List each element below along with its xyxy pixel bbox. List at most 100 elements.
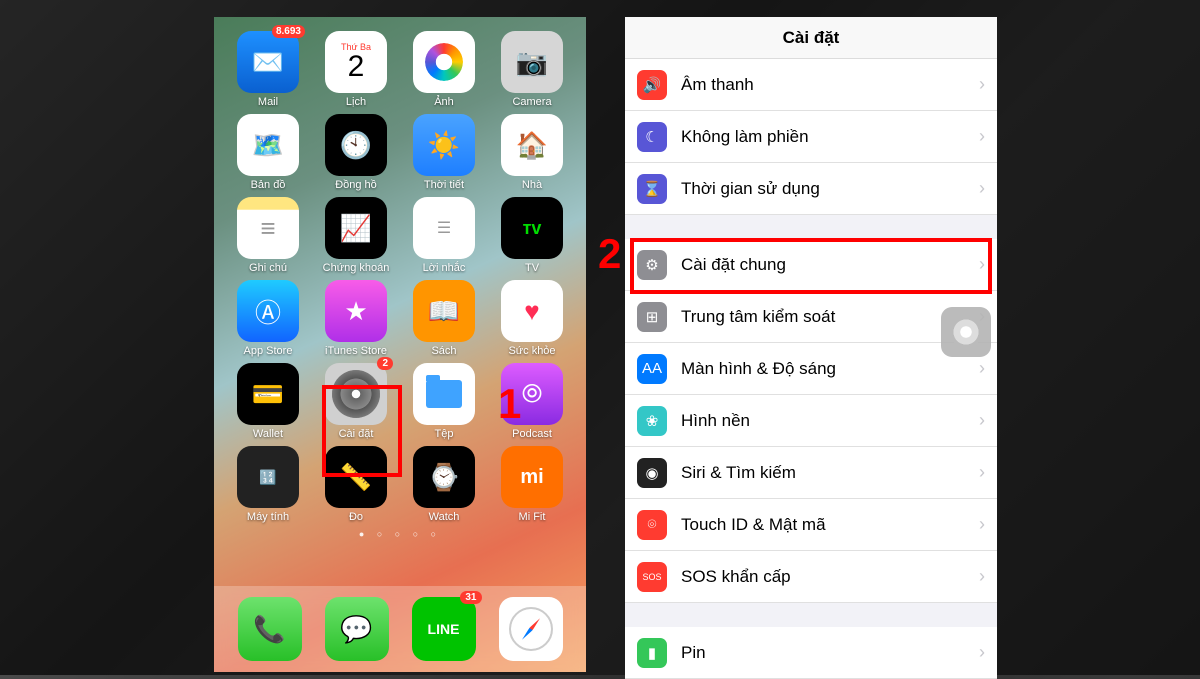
app-calendar[interactable]: Thứ Ba 2 Lịch [316,31,396,108]
app-maps[interactable]: 🗺️ Bản đồ [228,114,308,191]
wallet-icon: 💳 [237,363,299,425]
app-label: Thời tiết [424,179,464,191]
app-clock[interactable]: 🕙 Đồng hồ [316,114,396,191]
settings-item-9[interactable]: SOSSOS khẩn cấp› [625,551,997,603]
step-2-label: 2 [598,230,621,278]
camera-icon: 📷 [501,31,563,93]
settings-item-0[interactable]: 🔊Âm thanh› [625,59,997,111]
app-mail[interactable]: ✉️ 8.693 Mail [228,31,308,108]
settings-item-6[interactable]: ❀Hình nền› [625,395,997,447]
app-messages[interactable]: 💬 [325,597,389,661]
clock-icon: 🕙 [325,114,387,176]
dock: 📞 💬 LINE 31 [214,586,586,672]
settings-icon: 2 [325,363,387,425]
app-label: Lịch [346,96,366,108]
watch-icon: ⌚ [413,446,475,508]
chevron-right-icon: › [979,566,985,587]
app-row: 💳 Wallet 2 Cài đặt Tệp ⦾ Podcast [214,363,586,440]
app-tv[interactable]: ᴛᴠ TV [492,197,572,274]
app-row: ✉️ 8.693 Mail Thứ Ba 2 Lịch Ảnh 📷 Camera [214,31,586,108]
app-label: Mi Fit [519,511,546,523]
assistive-touch[interactable] [941,307,991,357]
app-home[interactable]: 🏠 Nhà [492,114,572,191]
app-calculator[interactable]: 🔢 Máy tính [228,446,308,523]
settings-item-label: Siri & Tìm kiếm [681,463,979,483]
app-safari[interactable] [499,597,563,661]
settings-list: 🔊Âm thanh›☾Không làm phiền›⌛Thời gian sử… [625,59,997,679]
app-photos[interactable]: Ảnh [404,31,484,108]
settings-icon: SOS [637,562,667,592]
mail-icon: ✉️ 8.693 [237,31,299,93]
appstore-icon: Ⓐ [237,280,299,342]
app-camera[interactable]: 📷 Camera [492,31,572,108]
settings-icon: ☾ [637,122,667,152]
settings-badge: 2 [377,357,393,370]
settings-item-1[interactable]: ☾Không làm phiền› [625,111,997,163]
settings-item-7[interactable]: ◉ Siri & Tìm kiếm› [625,447,997,499]
chevron-right-icon: › [979,642,985,663]
app-label: Wallet [253,428,283,440]
weather-icon: ☀️ [413,114,475,176]
app-files[interactable]: Tệp [404,363,484,440]
app-appstore[interactable]: Ⓐ App Store [228,280,308,357]
settings-item-8[interactable]: ⌾Touch ID & Mật mã› [625,499,997,551]
books-icon: 📖 [413,280,475,342]
app-stocks[interactable]: 📈 Chứng khoán [316,197,396,274]
app-line[interactable]: LINE 31 [412,597,476,661]
mail-badge: 8.693 [272,25,305,38]
background-dim [0,0,1200,675]
itunes-icon: ★ [325,280,387,342]
app-measure[interactable]: 📏 Đo [316,446,396,523]
app-label: Ảnh [434,96,454,108]
app-weather[interactable]: ☀️ Thời tiết [404,114,484,191]
settings-item-2[interactable]: ⌛Thời gian sử dụng› [625,163,997,215]
settings-item-10[interactable]: ▮Pin› [625,627,997,679]
line-badge: 31 [460,591,481,604]
step-1-label: 1 [498,380,521,428]
chevron-right-icon: › [979,358,985,379]
calculator-icon: 🔢 [237,446,299,508]
health-icon: ♥ [501,280,563,342]
settings-icon: ⚙ [637,250,667,280]
app-itunes[interactable]: ★ iTunes Store [316,280,396,357]
chevron-right-icon: › [979,178,985,199]
app-label: TV [525,262,539,274]
files-icon [413,363,475,425]
app-label: Ghi chú [249,262,287,274]
app-mifit[interactable]: mi Mi Fit [492,446,572,523]
measure-icon: 📏 [325,446,387,508]
app-wallet[interactable]: 💳 Wallet [228,363,308,440]
app-settings[interactable]: 2 Cài đặt [316,363,396,440]
app-books[interactable]: 📖 Sách [404,280,484,357]
settings-item-3[interactable]: ⚙Cài đặt chung› [625,239,997,291]
app-label: Watch [429,511,460,523]
reminders-icon: ☰ [413,197,475,259]
settings-icon: ◉ [637,458,667,488]
app-label: Máy tính [247,511,289,523]
app-label: Nhà [522,179,542,191]
app-row: ≡ Ghi chú 📈 Chứng khoán ☰ Lời nhắc ᴛᴠ TV [214,197,586,274]
app-phone[interactable]: 📞 [238,597,302,661]
mifit-icon: mi [501,446,563,508]
app-row: 🔢 Máy tính 📏 Đo ⌚ Watch mi Mi Fit [214,446,586,523]
settings-icon: ⌛ [637,174,667,204]
app-label: Đo [349,511,363,523]
app-watch[interactable]: ⌚ Watch [404,446,484,523]
app-label: Cài đặt [339,428,374,440]
app-grid: ✉️ 8.693 Mail Thứ Ba 2 Lịch Ảnh 📷 Camera [214,31,586,539]
app-health[interactable]: ♥ Sức khỏe [492,280,572,357]
app-label: Sách [431,345,456,357]
app-label: Lời nhắc [423,262,466,274]
settings-item-label: Hình nền [681,411,979,431]
chevron-right-icon: › [979,462,985,483]
app-label: Chứng khoán [323,262,390,274]
settings-item-label: Cài đặt chung [681,255,979,275]
app-reminders[interactable]: ☰ Lời nhắc [404,197,484,274]
photos-icon [413,31,475,93]
cal-daynum: 2 [348,52,365,82]
settings-item-label: Màn hình & Độ sáng [681,359,979,379]
page-indicator[interactable]: ● ○ ○ ○ ○ [214,529,586,539]
chevron-right-icon: › [979,126,985,147]
home-icon: 🏠 [501,114,563,176]
app-notes[interactable]: ≡ Ghi chú [228,197,308,274]
